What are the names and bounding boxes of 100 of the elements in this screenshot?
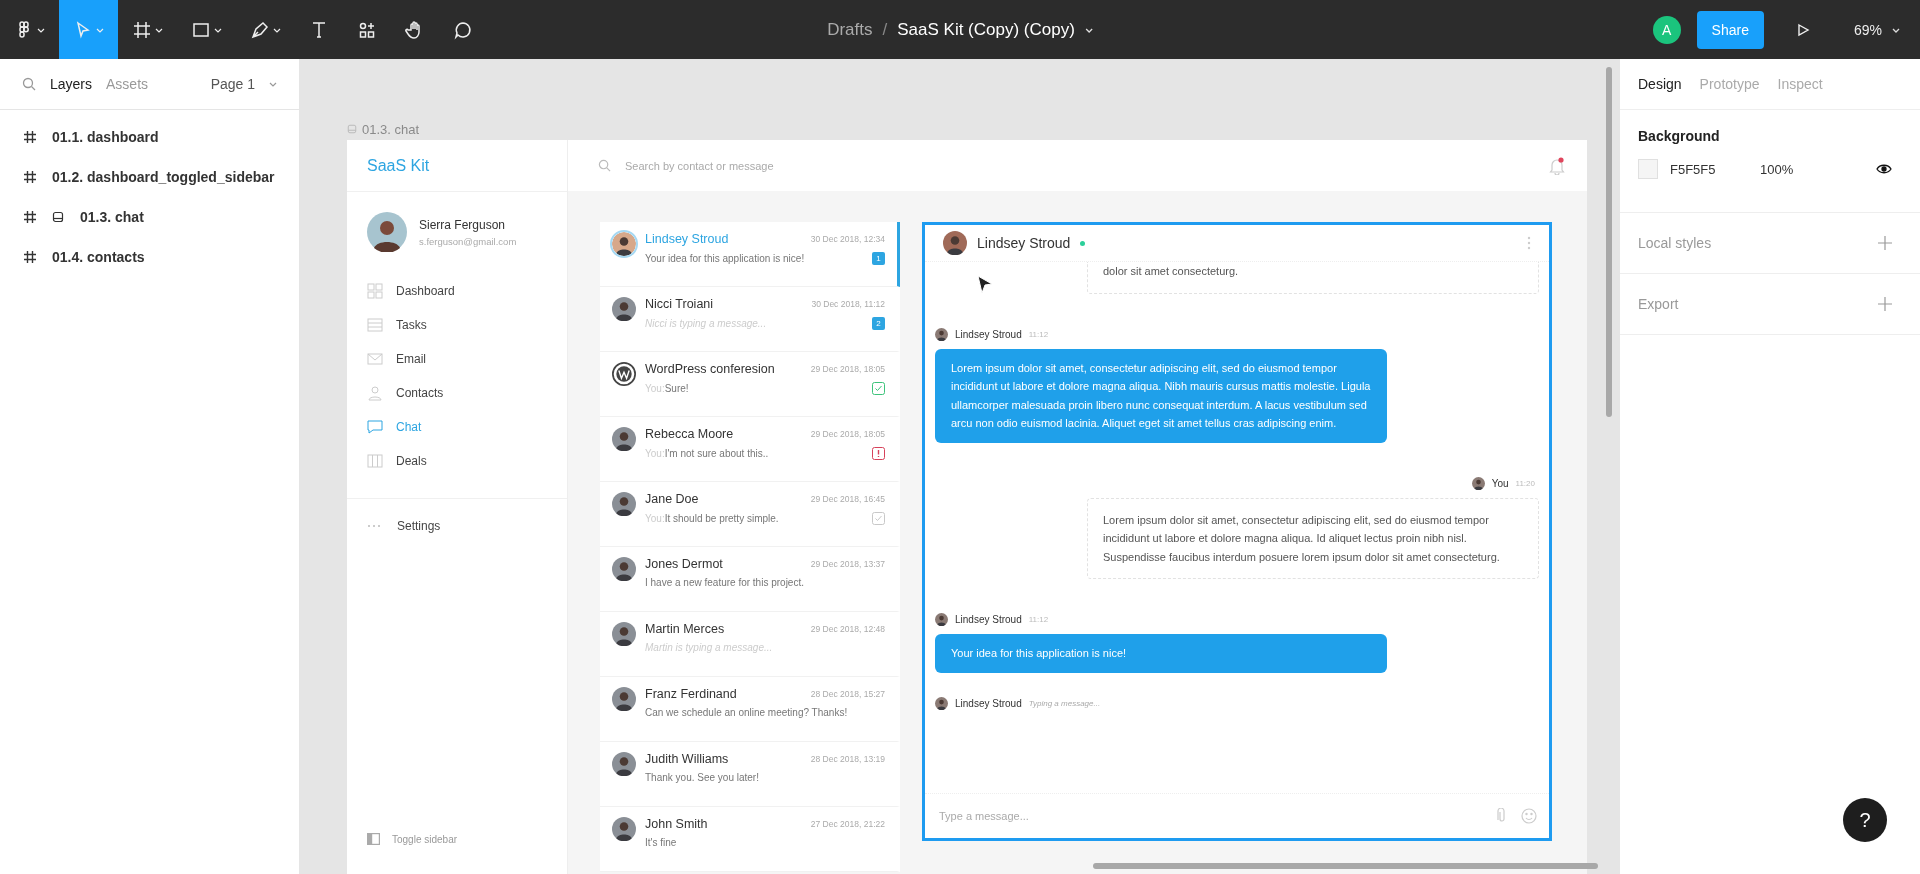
- file-title[interactable]: SaaS Kit (Copy) (Copy): [897, 19, 1075, 40]
- grid-icon: [367, 283, 383, 299]
- color-hex[interactable]: F5F5F5: [1670, 161, 1760, 177]
- message-preview: Can we schedule an online meeting? Thanks!: [645, 707, 848, 718]
- contact-avatar: [612, 687, 636, 711]
- nav-item[interactable]: Deals: [347, 444, 567, 478]
- contact-name: Franz Ferdinand: [645, 687, 737, 701]
- zoom-menu[interactable]: 69%: [1853, 21, 1882, 38]
- contact-name: Nicci Troiani: [645, 297, 714, 311]
- message-time: 29 Dec 2018, 18:05: [810, 364, 885, 374]
- person-icon: [367, 385, 383, 401]
- speech-bubble-icon: [453, 19, 473, 40]
- nav-item[interactable]: Email: [347, 342, 567, 376]
- sidebar-icon[interactable]: [367, 833, 380, 845]
- conversation-item[interactable]: Lindsey Stroud 30 Dec 2018, 12:34 Your idea for this application is nice! 1: [600, 222, 900, 287]
- plus-icon[interactable]: [1878, 297, 1892, 311]
- contact-avatar: [612, 297, 636, 321]
- layer-name[interactable]: 01.1. dashboard: [52, 129, 159, 145]
- contact-name: Rebecca Moore: [645, 427, 734, 441]
- message-preview: Thank you. See you later!: [645, 772, 759, 783]
- search-icon[interactable]: [22, 77, 36, 91]
- conversation-item[interactable]: WordPress conferesion 29 Dec 2018, 18:05 You:Sure!: [600, 352, 900, 417]
- play-icon[interactable]: [1795, 22, 1810, 37]
- section-title: Background: [1638, 128, 1721, 144]
- message-preview: I have a new feature for this project.: [645, 577, 804, 588]
- sender-avatar: [935, 696, 948, 710]
- message-time: 11:12: [1028, 615, 1049, 624]
- conversation-item[interactable]: John Smith 27 Dec 2018, 21:22 It's fine: [600, 807, 900, 872]
- contact-avatar: [612, 557, 636, 581]
- sender-name: You: [1491, 477, 1509, 489]
- conversation-item[interactable]: Judith Williams 28 Dec 2018, 13:19 Thank you. See you later!: [600, 742, 900, 807]
- sender-avatar: [935, 613, 948, 626]
- nav-item[interactable]: Tasks: [347, 308, 567, 342]
- user-avatar: [367, 212, 407, 252]
- message-bubble: Lorem ipsum dolor sit amet, consectetur adipiscing elit, sed do eiusmod tempor incididunt ut labore et dolore magna aliqua. Id aliquet lectus proin nibh nisl. Suspendisse faucibus interdum posuere lorem ipsum dolor sit amet consecteturg.: [1087, 497, 1539, 579]
- sender-name: Lindsey Stroud: [955, 614, 1022, 625]
- check-icon: [872, 512, 885, 525]
- message-bubble: dolor sit amet consecteturg.: [1087, 262, 1539, 294]
- contact-name: WordPress conferesion: [645, 362, 775, 376]
- message-preview: Your idea for this application is nice!: [645, 253, 805, 264]
- sender-avatar: [935, 327, 948, 341]
- message-time: 30 Dec 2018, 12:34: [810, 234, 885, 244]
- message-time: 29 Dec 2018, 16:45: [810, 494, 885, 504]
- message-preview: You:Sure!: [645, 383, 689, 394]
- contact-name: Judith Williams: [645, 752, 729, 766]
- color-swatch[interactable]: [1638, 159, 1658, 179]
- breadcrumb-separator: /: [882, 19, 888, 40]
- contact-avatar: [612, 232, 636, 256]
- more-icon: [367, 524, 381, 528]
- smiley-icon[interactable]: [1521, 808, 1537, 824]
- section-title: Local styles: [1638, 235, 1712, 251]
- attach-icon[interactable]: [1497, 808, 1507, 824]
- plus-icon[interactable]: [1878, 236, 1892, 250]
- conversation-item[interactable]: Jones Dermot 29 Dec 2018, 13:37 I have a new feature for this project.: [600, 547, 900, 612]
- panel-tab[interactable]: Layers: [50, 76, 93, 92]
- breadcrumb-link[interactable]: Drafts: [827, 19, 873, 40]
- list-icon: [367, 317, 383, 333]
- cursor-icon: [977, 275, 993, 295]
- message-time: 11:12: [1028, 329, 1049, 339]
- page-selector[interactable]: Page 1: [210, 76, 255, 92]
- contact-name: Lindsey Stroud: [977, 235, 1071, 251]
- contact-avatar: [612, 492, 636, 516]
- message-time: 29 Dec 2018, 18:05: [810, 429, 885, 439]
- panel-tab[interactable]: Design: [1638, 76, 1682, 92]
- frame-icon: [24, 131, 36, 143]
- layer-name[interactable]: 01.3. chat: [80, 209, 144, 225]
- speech-bubble-icon: [367, 419, 383, 435]
- search-field[interactable]: Search by contact or message: [623, 158, 1537, 173]
- typing-indicator: Typing a message...: [1028, 698, 1101, 708]
- warning-icon: [872, 447, 885, 460]
- nav-item[interactable]: Dashboard: [347, 274, 567, 308]
- settings-link[interactable]: Settings: [397, 519, 441, 533]
- eye-icon[interactable]: [1876, 164, 1892, 174]
- message-preview: It's fine: [645, 837, 677, 848]
- search-icon: [598, 159, 611, 172]
- conversation-item[interactable]: Franz Ferdinand 28 Dec 2018, 15:27 Can we schedule an online meeting? Thanks!: [600, 677, 900, 742]
- message-field[interactable]: Type a message...: [937, 809, 1483, 823]
- columns-icon: [367, 453, 383, 469]
- check-icon: [872, 382, 885, 395]
- app-logo: SaaS Kit: [347, 140, 567, 192]
- opacity-value[interactable]: 100%: [1760, 161, 1876, 177]
- layer-name[interactable]: 01.2. dashboard_toggled_sidebar: [52, 169, 275, 185]
- bell-icon[interactable]: [1549, 156, 1565, 175]
- contact-name: Lindsey Stroud: [645, 232, 729, 246]
- unread-count: 1: [872, 252, 885, 265]
- nav-item[interactable]: Contacts: [347, 376, 567, 410]
- frame-icon: [24, 211, 36, 223]
- message-time: 27 Dec 2018, 21:22: [810, 819, 885, 829]
- frame-icon: [24, 251, 36, 263]
- device-icon: [52, 211, 64, 223]
- envelope-icon: [367, 351, 383, 367]
- more-icon[interactable]: [1527, 236, 1531, 250]
- sender-name: Lindsey Stroud: [955, 697, 1022, 709]
- contact-avatar: [612, 752, 636, 776]
- contact-name: Jones Dermot: [645, 557, 723, 571]
- scrollbar[interactable]: [1093, 863, 1598, 869]
- scrollbar[interactable]: [1606, 67, 1612, 417]
- device-icon: [347, 124, 357, 134]
- contact-avatar: [612, 817, 636, 841]
- layer-name[interactable]: 01.4. contacts: [52, 249, 145, 265]
